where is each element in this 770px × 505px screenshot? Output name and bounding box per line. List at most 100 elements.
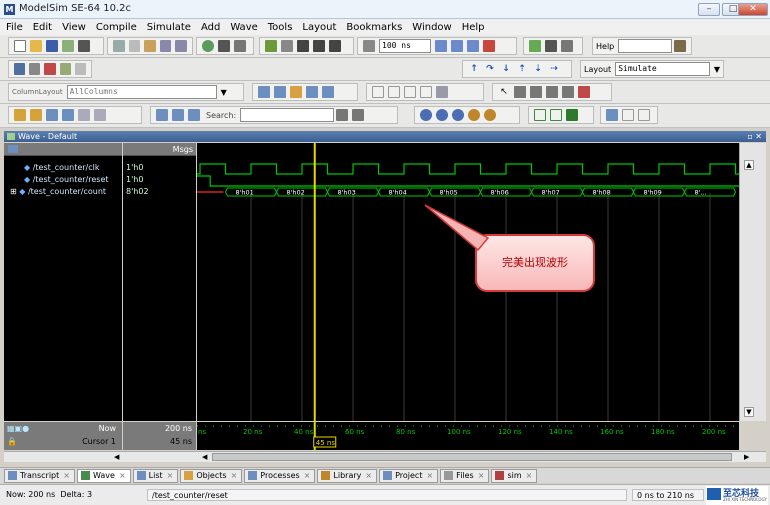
step-down-icon[interactable]: ⇣ [532,63,544,75]
signal-row-reset[interactable]: ◆ /test_counter/reset [24,174,109,186]
menu-add[interactable]: Add [201,22,220,33]
help-search-input[interactable] [618,39,673,53]
options-icon[interactable] [638,109,650,121]
close-icon[interactable]: × [365,470,372,482]
tab-objects[interactable]: Objects × [180,468,243,483]
menu-file[interactable]: File [6,22,23,33]
schematic-icon[interactable] [545,40,557,52]
edit-mode-icon[interactable] [530,86,542,98]
cut-icon[interactable] [113,40,125,52]
divider-icon[interactable] [622,109,634,121]
zoom-mode-icon[interactable] [514,86,526,98]
falling-edge-icon[interactable] [78,109,90,121]
layout-select[interactable]: Simulate [615,62,710,76]
close-icon[interactable]: × [426,470,433,482]
step-over-icon[interactable] [313,40,325,52]
format-logic-icon[interactable] [388,86,400,98]
menu-window[interactable]: Window [412,22,451,33]
step-out-icon[interactable] [329,40,341,52]
new-file-icon[interactable] [14,40,26,52]
step-into-icon[interactable] [297,40,309,52]
expand-plus-icon[interactable]: ⊞ [10,187,19,196]
close-icon[interactable]: × [119,470,126,482]
restart-icon[interactable] [363,40,375,52]
menu-layout[interactable]: Layout [302,22,336,33]
minimize-button[interactable]: – [698,3,720,16]
compile-icon[interactable] [265,40,277,52]
up-arrow-icon[interactable]: ↑ [468,63,480,75]
close-icon[interactable]: × [478,470,485,482]
undock-icon[interactable]: ▫ ✕ [747,131,762,142]
delete-cursor-icon[interactable] [562,86,574,98]
continue-run-icon[interactable] [451,40,463,52]
select-pointer-icon[interactable]: ↖ [498,86,510,98]
menu-help[interactable]: Help [462,22,485,33]
step-right-icon[interactable]: ⇢ [548,63,560,75]
rising-edge-icon[interactable] [62,109,74,121]
down-arrow-icon[interactable]: ↓ [500,63,512,75]
step-icon[interactable] [281,40,293,52]
tab-transcript[interactable]: Transcript × [4,468,75,483]
menu-simulate[interactable]: Simulate [147,22,191,33]
show-cursors-icon[interactable] [534,109,546,121]
tab-project[interactable]: Project × [379,468,439,483]
tab-sim[interactable]: sim × [491,468,538,483]
open-folder-icon[interactable] [30,40,42,52]
horizontal-scrollbar[interactable]: ◀ ◀ ▶ [4,451,766,462]
stop-icon[interactable] [578,86,590,98]
dock-icon[interactable] [14,63,26,75]
scroll-thumb[interactable] [212,453,732,461]
menu-bookmarks[interactable]: Bookmarks [346,22,402,33]
format-analog-icon[interactable] [420,86,432,98]
format-literal-icon[interactable] [372,86,384,98]
cursor-1-label[interactable]: Cursor 1 [82,436,116,448]
menu-edit[interactable]: Edit [33,22,52,33]
redirect-icon[interactable]: ↷ [484,63,496,75]
signal-row-clk[interactable]: ◆ /test_counter/clk [24,162,100,174]
lock-cursor-icon[interactable] [550,109,562,121]
menu-view[interactable]: View [62,22,86,33]
waveform-canvas[interactable]: 8'h01 8'h02 8'h03 8'h04 8'h05 8'h06 8'h07 8'h08… [197,143,739,421]
waveform-plot-pane[interactable]: 8'h01 8'h02 8'h03 8'h04 8'h05 8'h06 8'h07 8'h08… [197,143,739,421]
menu-wave[interactable]: Wave [230,22,257,33]
step-up-icon[interactable]: ⇡ [516,63,528,75]
redo-icon[interactable] [175,40,187,52]
tab-processes[interactable]: Processes × [244,468,316,483]
add-memory-icon[interactable] [322,86,334,98]
close-icon[interactable]: × [231,470,238,482]
next-edge-icon[interactable] [30,109,42,121]
refresh-icon[interactable] [62,40,74,52]
scroll-down-icon[interactable]: ▼ [744,407,754,417]
timeline-canvas[interactable]: ns 20 ns 40 ns 60 ns 80 ns 100 ns 120 ns 140 ns… [197,422,739,450]
close-icon[interactable]: × [526,470,533,482]
close-button[interactable]: ✕ [738,3,768,16]
menu-tools[interactable]: Tools [268,22,293,33]
add-log-icon[interactable] [290,86,302,98]
find-edge-icon[interactable] [46,109,58,121]
search-back-icon[interactable] [352,109,365,121]
cursor-lock-icon[interactable]: 🔒 [7,436,17,448]
tab-list[interactable]: List × [132,468,179,483]
scroll-left-icon[interactable]: ◀ [202,453,212,461]
close-icon[interactable]: × [63,470,70,482]
expand-icon[interactable] [156,109,168,121]
bookmark-icon[interactable] [606,109,618,121]
menu-compile[interactable]: Compile [96,22,137,33]
zoom-in-icon[interactable] [420,109,432,121]
zoom-full-icon[interactable] [452,109,464,121]
add-dataflow-icon[interactable] [306,86,318,98]
column-layout-select[interactable]: AllColumns [66,85,217,99]
tab-wave[interactable]: Wave × [76,468,131,483]
zoom-last-icon[interactable] [484,109,496,121]
undo-icon[interactable] [159,40,172,52]
cursor-tools-icon[interactable]: ▦▣● [7,423,29,435]
grid-icon[interactable] [29,63,41,75]
vertical-scrollbar[interactable]: ▲ ▼ [739,143,766,421]
zoom-out-icon[interactable] [436,109,448,121]
tab-files[interactable]: Files × [440,468,490,483]
copy-icon[interactable] [128,40,141,52]
wave-header-icon[interactable] [8,145,18,153]
run-length-input[interactable]: 100 ns [379,39,431,53]
collapse-icon[interactable] [172,109,184,121]
format-edit-icon[interactable] [436,86,448,98]
